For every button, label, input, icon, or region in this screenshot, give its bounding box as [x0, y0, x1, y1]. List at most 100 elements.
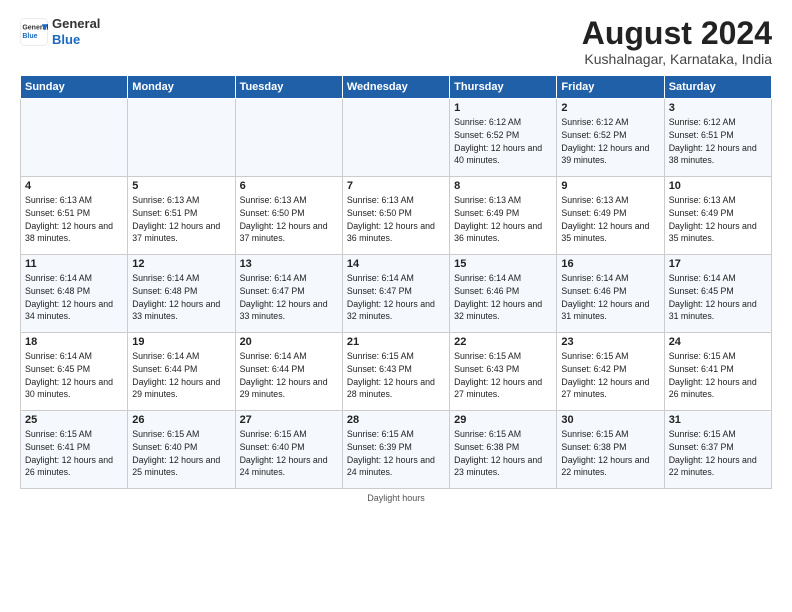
day-number: 11 — [25, 258, 123, 270]
day-cell: 1 Sunrise: 6:12 AM Sunset: 6:52 PM Daylig… — [450, 99, 557, 177]
col-header-tuesday: Tuesday — [235, 76, 342, 99]
day-info: Sunrise: 6:12 AM Sunset: 6:52 PM Dayligh… — [561, 116, 659, 167]
col-header-saturday: Saturday — [664, 76, 771, 99]
col-header-sunday: Sunday — [21, 76, 128, 99]
day-cell: 23 Sunrise: 6:15 AM Sunset: 6:42 PM Dayli… — [557, 333, 664, 411]
day-info: Sunrise: 6:15 AM Sunset: 6:43 PM Dayligh… — [347, 350, 445, 401]
subtitle: Kushalnagar, Karnataka, India — [582, 51, 772, 67]
header: General Blue General Blue August 2024 Ku… — [20, 16, 772, 67]
day-info: Sunrise: 6:13 AM Sunset: 6:49 PM Dayligh… — [454, 194, 552, 245]
week-row-5: 25 Sunrise: 6:15 AM Sunset: 6:41 PM Dayli… — [21, 411, 772, 489]
day-number: 10 — [669, 180, 767, 192]
day-info: Sunrise: 6:15 AM Sunset: 6:41 PM Dayligh… — [25, 428, 123, 479]
day-cell: 27Sunrise: 6:15 AM Sunset: 6:40 PM Dayli… — [235, 411, 342, 489]
day-number: 6 — [240, 180, 338, 192]
day-number: 31 — [669, 414, 767, 426]
day-info: Sunrise: 6:15 AM Sunset: 6:40 PM Dayligh… — [240, 428, 338, 479]
day-number: 24 — [669, 336, 767, 348]
day-number: 30 — [561, 414, 659, 426]
day-info: Sunrise: 6:15 AM Sunset: 6:37 PM Dayligh… — [669, 428, 767, 479]
day-info: Sunrise: 6:15 AM Sunset: 6:43 PM Dayligh… — [454, 350, 552, 401]
day-info: Sunrise: 6:14 AM Sunset: 6:45 PM Dayligh… — [669, 272, 767, 323]
day-number: 17 — [669, 258, 767, 270]
day-info: Sunrise: 6:14 AM Sunset: 6:47 PM Dayligh… — [347, 272, 445, 323]
day-cell: 11Sunrise: 6:14 AM Sunset: 6:48 PM Dayli… — [21, 255, 128, 333]
day-info: Sunrise: 6:13 AM Sunset: 6:51 PM Dayligh… — [132, 194, 230, 245]
day-number: 16 — [561, 258, 659, 270]
day-number: 5 — [132, 180, 230, 192]
day-cell: 31 Sunrise: 6:15 AM Sunset: 6:37 PM Dayli… — [664, 411, 771, 489]
page: General Blue General Blue August 2024 Ku… — [0, 0, 792, 612]
day-number: 1 — [454, 102, 552, 114]
day-number: 12 — [132, 258, 230, 270]
svg-text:Blue: Blue — [22, 33, 37, 40]
day-info: Sunrise: 6:14 AM Sunset: 6:46 PM Dayligh… — [454, 272, 552, 323]
day-number: 18 — [25, 336, 123, 348]
main-title: August 2024 — [582, 16, 772, 51]
day-cell: 4 Sunrise: 6:13 AM Sunset: 6:51 PM Daylig… — [21, 177, 128, 255]
day-info: Sunrise: 6:15 AM Sunset: 6:39 PM Dayligh… — [347, 428, 445, 479]
day-info: Sunrise: 6:14 AM Sunset: 6:47 PM Dayligh… — [240, 272, 338, 323]
day-info: Sunrise: 6:12 AM Sunset: 6:52 PM Dayligh… — [454, 116, 552, 167]
day-number: 21 — [347, 336, 445, 348]
day-cell: 5 Sunrise: 6:13 AM Sunset: 6:51 PM Daylig… — [128, 177, 235, 255]
day-number: 7 — [347, 180, 445, 192]
logo: General Blue General Blue — [20, 16, 100, 47]
day-cell: 14Sunrise: 6:14 AM Sunset: 6:47 PM Dayli… — [342, 255, 449, 333]
col-header-friday: Friday — [557, 76, 664, 99]
day-info: Sunrise: 6:15 AM Sunset: 6:38 PM Dayligh… — [454, 428, 552, 479]
day-cell: 21 Sunrise: 6:15 AM Sunset: 6:43 PM Dayli… — [342, 333, 449, 411]
day-info: Sunrise: 6:14 AM Sunset: 6:45 PM Dayligh… — [25, 350, 123, 401]
day-cell: 8 Sunrise: 6:13 AM Sunset: 6:49 PM Daylig… — [450, 177, 557, 255]
day-cell: 6 Sunrise: 6:13 AM Sunset: 6:50 PM Daylig… — [235, 177, 342, 255]
logo-icon: General Blue — [20, 18, 48, 46]
day-number: 26 — [132, 414, 230, 426]
day-cell: 28Sunrise: 6:15 AM Sunset: 6:39 PM Dayli… — [342, 411, 449, 489]
day-cell: 3Sunrise: 6:12 AM Sunset: 6:51 PM Daylig… — [664, 99, 771, 177]
day-number: 25 — [25, 414, 123, 426]
day-cell: 30 Sunrise: 6:15 AM Sunset: 6:38 PM Dayli… — [557, 411, 664, 489]
day-number: 19 — [132, 336, 230, 348]
day-info: Sunrise: 6:14 AM Sunset: 6:44 PM Dayligh… — [240, 350, 338, 401]
day-info: Sunrise: 6:14 AM Sunset: 6:44 PM Dayligh… — [132, 350, 230, 401]
title-block: August 2024 Kushalnagar, Karnataka, Indi… — [582, 16, 772, 67]
day-cell: 17 Sunrise: 6:14 AM Sunset: 6:45 PM Dayli… — [664, 255, 771, 333]
day-cell: 26 Sunrise: 6:15 AM Sunset: 6:40 PM Dayli… — [128, 411, 235, 489]
week-row-1: 1 Sunrise: 6:12 AM Sunset: 6:52 PM Daylig… — [21, 99, 772, 177]
footer: Daylight hours — [20, 493, 772, 503]
day-number: 4 — [25, 180, 123, 192]
day-number: 20 — [240, 336, 338, 348]
day-info: Sunrise: 6:13 AM Sunset: 6:49 PM Dayligh… — [561, 194, 659, 245]
day-number: 23 — [561, 336, 659, 348]
day-info: Sunrise: 6:15 AM Sunset: 6:38 PM Dayligh… — [561, 428, 659, 479]
day-number: 2 — [561, 102, 659, 114]
day-cell: 18 Sunrise: 6:14 AM Sunset: 6:45 PM Dayli… — [21, 333, 128, 411]
day-number: 29 — [454, 414, 552, 426]
day-cell — [128, 99, 235, 177]
day-number: 13 — [240, 258, 338, 270]
day-info: Sunrise: 6:13 AM Sunset: 6:50 PM Dayligh… — [240, 194, 338, 245]
day-info: Sunrise: 6:15 AM Sunset: 6:42 PM Dayligh… — [561, 350, 659, 401]
day-info: Sunrise: 6:15 AM Sunset: 6:41 PM Dayligh… — [669, 350, 767, 401]
logo-text: General Blue — [52, 16, 100, 47]
day-cell: 29 Sunrise: 6:15 AM Sunset: 6:38 PM Dayli… — [450, 411, 557, 489]
day-cell — [21, 99, 128, 177]
day-cell: 10Sunrise: 6:13 AM Sunset: 6:49 PM Dayli… — [664, 177, 771, 255]
day-cell: 16Sunrise: 6:14 AM Sunset: 6:46 PM Dayli… — [557, 255, 664, 333]
day-cell: 13 Sunrise: 6:14 AM Sunset: 6:47 PM Dayli… — [235, 255, 342, 333]
day-number: 8 — [454, 180, 552, 192]
day-info: Sunrise: 6:14 AM Sunset: 6:48 PM Dayligh… — [132, 272, 230, 323]
day-info: Sunrise: 6:13 AM Sunset: 6:51 PM Dayligh… — [25, 194, 123, 245]
day-cell — [342, 99, 449, 177]
week-row-4: 18 Sunrise: 6:14 AM Sunset: 6:45 PM Dayli… — [21, 333, 772, 411]
day-cell: 2 Sunrise: 6:12 AM Sunset: 6:52 PM Daylig… — [557, 99, 664, 177]
day-cell: 12 Sunrise: 6:14 AM Sunset: 6:48 PM Dayli… — [128, 255, 235, 333]
day-cell: 20 Sunrise: 6:14 AM Sunset: 6:44 PM Dayli… — [235, 333, 342, 411]
day-cell: 19 Sunrise: 6:14 AM Sunset: 6:44 PM Dayli… — [128, 333, 235, 411]
week-row-3: 11 Sunrise: 6:14 AM Sunset: 6:48 PM Dayli… — [21, 255, 772, 333]
day-cell: 7Sunrise: 6:13 AM Sunset: 6:50 PM Daylig… — [342, 177, 449, 255]
day-info: Sunrise: 6:15 AM Sunset: 6:40 PM Dayligh… — [132, 428, 230, 479]
col-header-wednesday: Wednesday — [342, 76, 449, 99]
day-cell: 22Sunrise: 6:15 AM Sunset: 6:43 PM Dayli… — [450, 333, 557, 411]
day-number: 3 — [669, 102, 767, 114]
